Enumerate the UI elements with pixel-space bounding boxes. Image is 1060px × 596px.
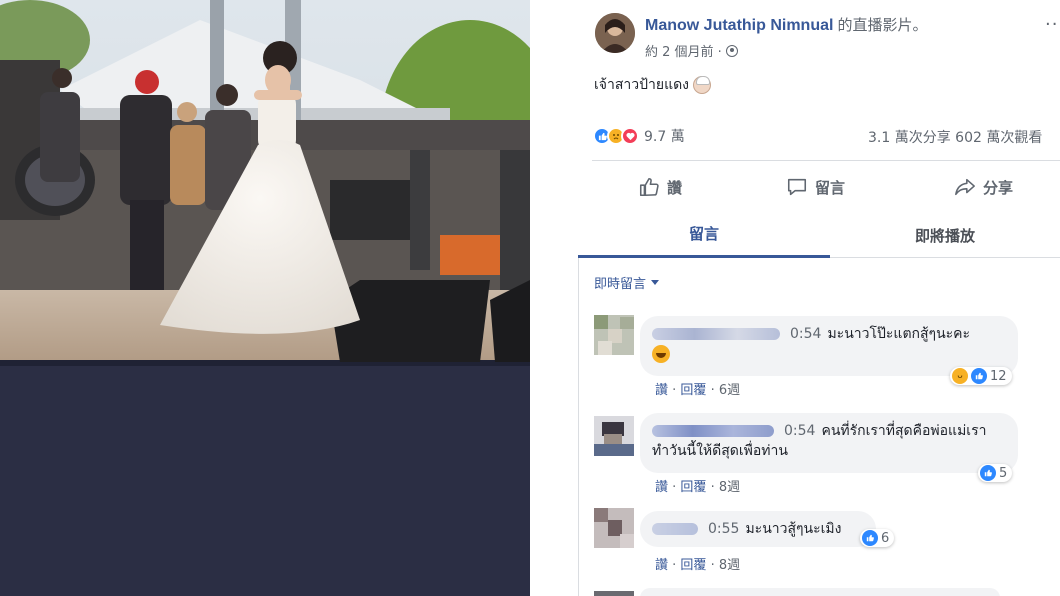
reaction-summary[interactable]: 9.7 萬 <box>593 126 685 146</box>
comment-reactions[interactable]: ᴗ 12 <box>950 367 1012 385</box>
commenter-avatar[interactable] <box>594 315 634 355</box>
video-panel-gap <box>530 0 578 596</box>
share-button[interactable]: 分享 <box>954 168 1013 206</box>
comment-age[interactable]: 6週 <box>719 383 740 398</box>
video-frame <box>0 0 530 596</box>
comment-button[interactable]: 留言 <box>786 168 845 206</box>
post-time[interactable]: 約 2 個月前 · <box>645 41 722 60</box>
action-bar: 讚 留言 分享 <box>578 168 1060 206</box>
author-avatar[interactable] <box>595 13 635 53</box>
author-suffix: 的直播影片。 <box>837 16 928 34</box>
comment-like-link[interactable]: 讚 <box>655 558 668 573</box>
comment-reply-link[interactable]: 回覆 <box>680 480 706 495</box>
filter-label: 即時留言 <box>594 277 647 292</box>
haha-icon: ᴗ <box>952 368 968 384</box>
share-arrow-icon <box>955 178 975 196</box>
caption-text: เจ้าสาวป้ายแดง <box>594 77 690 93</box>
commenter-avatar[interactable] <box>594 586 634 596</box>
comment-bubble: 0:54 คนที่รักเราที่สุดคือพ่อแม่เรา ทำวันน… <box>640 413 1018 473</box>
blurred-commenter-name[interactable] <box>652 523 698 535</box>
comment-like-link[interactable]: 讚 <box>655 480 668 495</box>
like-button[interactable]: 讚 <box>638 168 682 206</box>
comment-links: 讚 · 回覆 · 8週 <box>655 480 741 495</box>
commenter-avatar[interactable] <box>594 508 634 548</box>
reaction-count: 9.7 萬 <box>644 129 685 145</box>
comment-bubble: 0:55 มะนาวสู้ๆนะเมิง <box>640 511 876 547</box>
bride-face-emoji-icon <box>693 76 712 94</box>
comment-age[interactable]: 8週 <box>719 480 740 495</box>
comment-text: มะนาวสู้ๆนะเมิง <box>745 521 842 537</box>
comment-reactions[interactable]: 5 <box>978 464 1013 482</box>
more-options-icon[interactable]: ·· <box>1045 14 1058 35</box>
comment-filter-dropdown[interactable]: 即時留言 <box>594 273 660 292</box>
comment-like-link[interactable]: 讚 <box>655 383 668 398</box>
like-icon <box>862 530 878 546</box>
video-player[interactable] <box>0 0 530 596</box>
blurred-commenter-name[interactable] <box>652 425 774 437</box>
comment-timestamp[interactable]: 0:55 <box>708 521 739 537</box>
comment-links: 讚 · 回覆 · 8週 <box>655 558 741 573</box>
share-label: 分享 <box>983 178 1014 197</box>
author-name[interactable]: Manow Jutathip Nimnual <box>645 17 833 34</box>
panel-left-border <box>578 258 579 596</box>
tab-comments[interactable]: 留言 <box>578 212 830 258</box>
post-caption: เจ้าสาวป้ายแดง <box>594 74 712 96</box>
comment-reply-link[interactable]: 回覆 <box>680 383 706 398</box>
share-view-stats[interactable]: 3.1 萬次分享 602 萬次觀看 <box>868 127 1042 147</box>
post-panel: Manow Jutathip Nimnual 的直播影片。 ·· 約 2 個月前 … <box>578 0 1060 596</box>
tab-up-next[interactable]: 即將播放 <box>830 212 1060 258</box>
comment-reaction-count: 12 <box>990 368 1007 384</box>
comment-label: 留言 <box>815 178 846 197</box>
comment-age[interactable]: 8週 <box>719 558 740 573</box>
post-meta: 約 2 個月前 · <box>645 41 738 60</box>
comment-bubble-icon <box>787 178 807 196</box>
post-header: Manow Jutathip Nimnual 的直播影片。 <box>645 14 927 35</box>
comment-reply-link[interactable]: 回覆 <box>680 558 706 573</box>
comment-text: มะนาวโป๊ะแตกสู้ๆนะคะ <box>827 326 971 342</box>
like-icon <box>971 368 987 384</box>
like-label: 讚 <box>667 178 683 197</box>
like-icon <box>980 465 996 481</box>
comment-reactions[interactable]: 6 <box>860 529 895 547</box>
caret-down-icon <box>651 280 660 285</box>
thumbs-up-icon <box>639 177 659 197</box>
comment-timestamp[interactable]: 0:54 <box>790 326 821 342</box>
comment-bubble <box>640 588 1000 596</box>
globe-icon <box>725 44 738 57</box>
blurred-commenter-name[interactable] <box>652 328 780 340</box>
divider <box>592 160 1060 161</box>
commenter-avatar[interactable] <box>594 416 634 456</box>
comment-timestamp[interactable]: 0:54 <box>784 423 815 439</box>
comment-reaction-count: 6 <box>881 530 890 546</box>
laughing-emoji-icon <box>652 345 670 363</box>
comment-links: 讚 · 回覆 · 6週 <box>655 383 741 398</box>
tab-bar: 留言 即將播放 <box>578 212 1060 258</box>
love-icon <box>621 127 639 145</box>
comment-reaction-count: 5 <box>999 465 1008 481</box>
